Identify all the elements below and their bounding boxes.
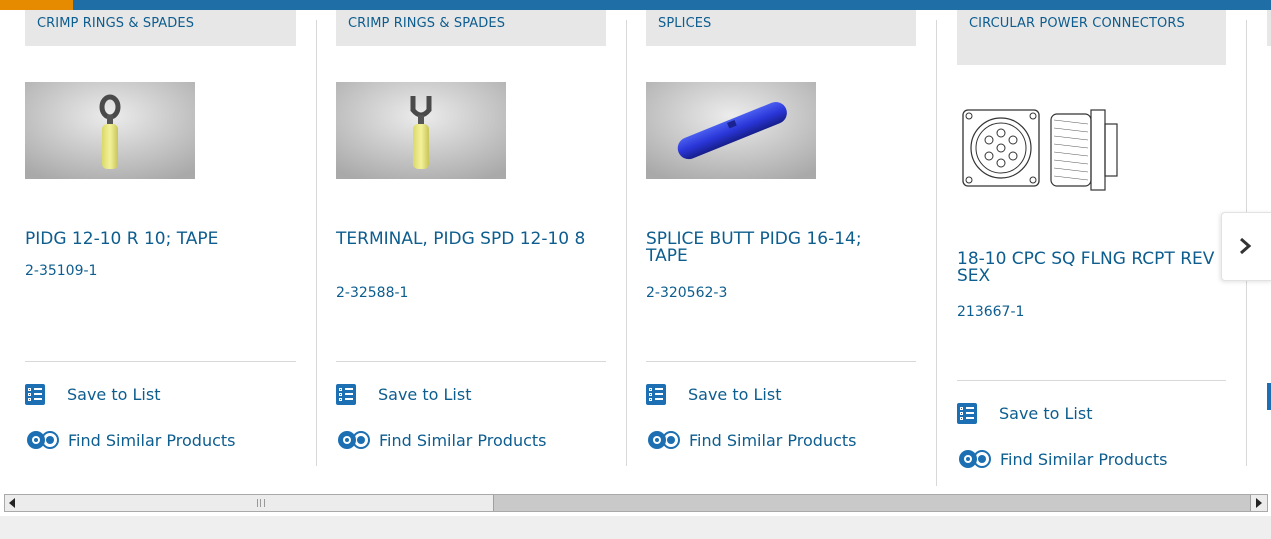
triangle-right-icon (1256, 498, 1262, 508)
category-tag[interactable]: CRIMP RINGS & SPADES (336, 10, 606, 46)
category-tag-partial (1267, 10, 1271, 46)
part-number: 2-320562-3 (646, 285, 728, 301)
find-similar-button[interactable]: Find Similar Products (957, 447, 1168, 471)
product-name-link[interactable]: PIDG 12-10 R 10; TAPE (25, 231, 296, 248)
part-number: 2-32588-1 (336, 285, 409, 301)
checklist-icon (25, 384, 45, 405)
part-number: 2-35109-1 (25, 263, 98, 279)
triangle-left-icon (9, 498, 15, 508)
card-divider (936, 20, 937, 486)
product-image[interactable] (25, 82, 195, 179)
find-similar-button[interactable]: Find Similar Products (336, 428, 547, 452)
footer-area (0, 516, 1271, 539)
product-card: CIRCULAR POWER CONNECTORS 18-10 CPC SQ F… (957, 10, 1226, 486)
find-similar-button[interactable]: Find Similar Products (646, 428, 857, 452)
checklist-icon (646, 384, 666, 405)
card-separator (25, 361, 296, 362)
scroll-right-arrow[interactable] (1250, 495, 1267, 511)
product-card: SPLICES SPLICE BUTT PIDG 16-14; TAPE 2-3… (646, 10, 916, 486)
find-similar-label: Find Similar Products (379, 430, 547, 450)
checklist-icon (1267, 383, 1271, 410)
gears-icon (648, 431, 680, 449)
product-name-link[interactable]: TERMINAL, PIDG SPD 12-10 8 (336, 231, 598, 248)
product-image[interactable] (957, 102, 1127, 197)
product-image[interactable] (646, 82, 816, 179)
category-tag[interactable]: CIRCULAR POWER CONNECTORS (957, 10, 1226, 65)
gears-icon (27, 431, 59, 449)
save-to-list-button[interactable]: Save to List (646, 384, 781, 405)
save-to-list-label: Save to List (999, 404, 1093, 423)
top-accent-bar (0, 0, 1271, 10)
part-number: 213667-1 (957, 304, 1025, 320)
top-accent-highlight (0, 0, 73, 10)
save-to-list-button[interactable]: Save to List (25, 384, 160, 405)
gears-icon (338, 431, 370, 449)
card-separator (957, 380, 1226, 381)
product-carousel: CRIMP RINGS & SPADES PIDG 12-10 R 10; TA… (0, 10, 1271, 486)
product-image[interactable] (336, 82, 506, 179)
card-separator (336, 361, 606, 362)
find-similar-label: Find Similar Products (1000, 449, 1168, 469)
grip-icon (257, 499, 265, 507)
card-divider (316, 20, 317, 466)
checklist-icon (336, 384, 356, 405)
save-to-list-label: Save to List (67, 385, 161, 404)
save-to-list-label: Save to List (688, 385, 782, 404)
card-separator (646, 361, 916, 362)
product-card: CRIMP RINGS & SPADES TERMINAL, PIDG SPD … (336, 10, 606, 486)
category-tag[interactable]: CRIMP RINGS & SPADES (25, 10, 296, 46)
save-to-list-label: Save to List (378, 385, 472, 404)
save-to-list-button[interactable]: Save to List (336, 384, 471, 405)
save-to-list-button[interactable]: Save to List (957, 403, 1092, 424)
horizontal-scrollbar[interactable] (0, 486, 1271, 516)
scroll-left-arrow[interactable] (5, 495, 22, 511)
carousel-next-button[interactable] (1221, 212, 1271, 281)
checklist-icon (957, 403, 977, 424)
scrollbar-track[interactable] (4, 494, 1268, 512)
find-similar-label: Find Similar Products (689, 430, 857, 450)
product-card: CRIMP RINGS & SPADES PIDG 12-10 R 10; TA… (25, 10, 296, 486)
product-name-link[interactable]: 18-10 CPC SQ FLNG RCPT REV SEX (957, 251, 1219, 285)
chevron-right-icon (1240, 237, 1252, 255)
scrollbar-thumb[interactable] (21, 495, 494, 511)
card-divider (626, 20, 627, 466)
product-name-link[interactable]: SPLICE BUTT PIDG 16-14; TAPE (646, 231, 908, 265)
find-similar-label: Find Similar Products (68, 430, 236, 450)
category-tag[interactable]: SPLICES (646, 10, 916, 46)
find-similar-button[interactable]: Find Similar Products (25, 428, 236, 452)
gears-icon (959, 450, 991, 468)
